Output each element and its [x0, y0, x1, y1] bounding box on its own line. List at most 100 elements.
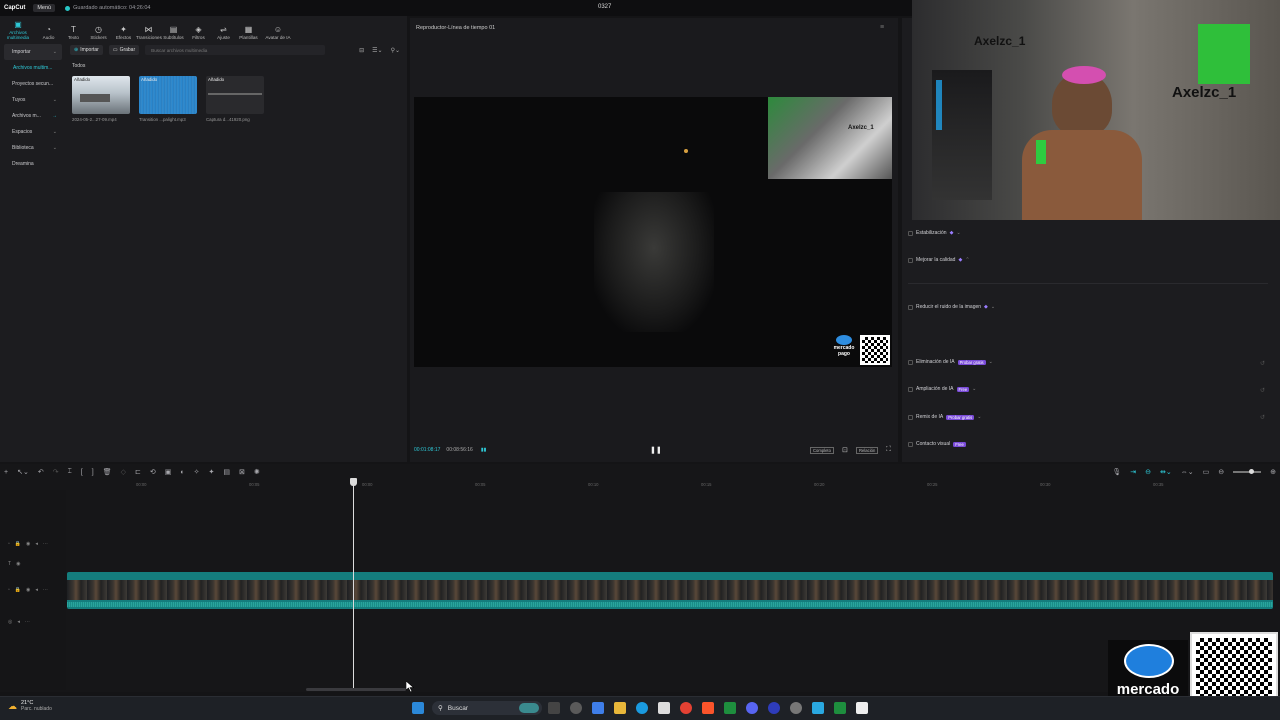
- nav-spaces[interactable]: Espacios ⌄: [4, 124, 62, 140]
- chrome-icon[interactable]: [680, 702, 692, 714]
- prop-eye-contact[interactable]: Contacto visual Free: [908, 441, 966, 447]
- checkbox[interactable]: [908, 414, 913, 420]
- waveform-icon[interactable]: ▮▮: [481, 447, 487, 453]
- nav-dreamina[interactable]: Dreamina: [4, 156, 62, 172]
- prop-enhance-quality[interactable]: Mejorar la calidad ◆ ⌃: [908, 257, 970, 263]
- file-explorer-icon[interactable]: [614, 702, 626, 714]
- tab-audio[interactable]: ◔ Audio: [36, 25, 61, 42]
- tab-text[interactable]: T Texto: [61, 25, 86, 42]
- preview-axis-icon[interactable]: ⇔⌄: [1181, 468, 1194, 476]
- lock-icon[interactable]: 🔒: [15, 587, 21, 593]
- timeline-scrollbar[interactable]: [306, 688, 406, 691]
- view-toggle-icon[interactable]: ⊟: [359, 47, 364, 54]
- caption-icon[interactable]: ▤: [223, 468, 230, 476]
- sort-icon[interactable]: ☰⌄: [372, 47, 382, 54]
- prop-ai-upscale[interactable]: Ampliación de IA Free ⌄: [908, 386, 976, 392]
- filter-all[interactable]: Todos: [72, 63, 85, 69]
- more-icon[interactable]: ⋯: [43, 587, 48, 593]
- tab-templates[interactable]: ▦ Plantillas: [236, 25, 261, 42]
- video-preview[interactable]: Axelzc_1 mercado pago: [414, 97, 892, 367]
- reset-icon[interactable]: ↺: [1260, 414, 1265, 421]
- checkbox[interactable]: [908, 257, 913, 263]
- fullscreen-icon[interactable]: ⛶: [886, 446, 891, 454]
- app-icon[interactable]: [812, 702, 824, 714]
- snap-icon[interactable]: ⇹⌄: [1160, 468, 1172, 476]
- cover-icon[interactable]: ▫: [8, 587, 10, 593]
- mirror-icon[interactable]: ⟲: [150, 468, 156, 476]
- fit-icon[interactable]: ⊡: [842, 446, 848, 454]
- store-icon[interactable]: [658, 702, 670, 714]
- more-icon[interactable]: ⋯: [25, 619, 30, 625]
- add-icon[interactable]: +: [4, 469, 8, 476]
- audio-icon[interactable]: ◂: [35, 587, 38, 593]
- audio-icon[interactable]: ◂: [17, 619, 20, 625]
- media-item[interactable]: Añadido 2024-05-2...27-09.mp4: [72, 76, 130, 122]
- compare-button[interactable]: Completo: [810, 446, 834, 454]
- filter-icon[interactable]: ⚲⌄: [391, 47, 400, 54]
- split-right-icon[interactable]: ]: [92, 469, 94, 476]
- tab-avatar[interactable]: ☺ Avatar de IA: [261, 25, 295, 42]
- nav-media-files[interactable]: Archivos multim...: [4, 60, 62, 76]
- pause-button[interactable]: ❚❚: [650, 446, 662, 454]
- audio-icon[interactable]: ◂: [35, 541, 38, 547]
- tab-filters[interactable]: ◈ Filtros: [186, 25, 211, 42]
- menu-button[interactable]: Menú: [33, 4, 56, 12]
- redo-icon[interactable]: ↷: [53, 468, 59, 476]
- import-button[interactable]: ⊕ Importar: [70, 45, 103, 55]
- media-item[interactable]: Añadido Transition ...palight.mp3: [139, 76, 197, 122]
- magnet-icon[interactable]: ⊖: [1145, 468, 1151, 476]
- tab-adjust[interactable]: ⇌ Ajuste: [211, 25, 236, 42]
- weather-widget[interactable]: ☁ 21°C Parc. nublado: [8, 700, 52, 712]
- media-search-input[interactable]: Buscar archivos multimedia: [145, 45, 326, 55]
- speed-icon[interactable]: ◐: [180, 469, 184, 476]
- link-icon[interactable]: ⇥: [1130, 468, 1136, 476]
- zoom-in-icon[interactable]: ⊕: [1270, 468, 1276, 476]
- app-icon[interactable]: [834, 702, 846, 714]
- lock-icon[interactable]: 🔒: [15, 541, 21, 547]
- more-icon[interactable]: ⋯: [43, 541, 48, 547]
- crop-icon[interactable]: ⊏: [135, 468, 141, 476]
- timeline-ruler[interactable]: 00:00 00:05 00:00 00:05 00:10 00:15 00:20 00:25…: [68, 480, 1280, 490]
- monitor-icon[interactable]: ▭: [1203, 468, 1210, 476]
- app-icon[interactable]: [592, 702, 604, 714]
- excel-icon[interactable]: [724, 702, 736, 714]
- tab-subtitles[interactable]: ▤ Subtítulos: [161, 25, 186, 42]
- denoise-options-row[interactable]: [908, 330, 1268, 340]
- brave-icon[interactable]: [702, 702, 714, 714]
- zoom-out-icon[interactable]: ⊖: [1218, 468, 1224, 476]
- playhead[interactable]: [353, 478, 354, 688]
- tab-stickers[interactable]: ◷ Stickers: [86, 25, 111, 42]
- freeze-icon[interactable]: ▣: [165, 468, 172, 476]
- resize-icon[interactable]: ⊠: [239, 468, 245, 476]
- record-button[interactable]: ▭ Grabar: [108, 45, 140, 55]
- checkbox[interactable]: [908, 386, 913, 392]
- nav-media-files-2[interactable]: Archivos m... →: [4, 108, 62, 124]
- marker-icon[interactable]: ◇: [121, 468, 126, 476]
- task-view-icon[interactable]: [548, 702, 560, 714]
- checkbox[interactable]: [908, 230, 913, 236]
- prop-ai-removal[interactable]: Eliminación de IA Probar gratis ⌄: [908, 359, 993, 365]
- checkbox[interactable]: [908, 441, 913, 447]
- split-icon[interactable]: ⌶: [68, 468, 72, 476]
- quality-slider-row[interactable]: [908, 276, 1268, 284]
- prop-stabilization[interactable]: Estabilización ◆ ⌄: [908, 230, 961, 236]
- ratio-button[interactable]: Relación: [856, 446, 879, 454]
- obs-icon[interactable]: [768, 702, 780, 714]
- eye-icon[interactable]: ◉: [16, 561, 20, 567]
- edge-icon[interactable]: [636, 702, 648, 714]
- tab-transitions[interactable]: ⋈ Transiciones: [136, 25, 162, 42]
- select-tool-icon[interactable]: ↖⌄: [17, 468, 29, 476]
- nav-yours[interactable]: Tuyos ⌄: [4, 92, 62, 108]
- eye-icon[interactable]: ◉: [26, 541, 30, 547]
- delete-icon[interactable]: 🗑: [103, 468, 112, 476]
- reset-icon[interactable]: ↺: [1260, 387, 1265, 394]
- lock-icon[interactable]: ▫: [8, 541, 10, 547]
- zoom-slider[interactable]: [1233, 469, 1262, 474]
- settings-icon[interactable]: [790, 702, 802, 714]
- copilot-icon[interactable]: [570, 702, 582, 714]
- video-clip[interactable]: [67, 572, 1273, 609]
- prop-denoise[interactable]: Reducir el ruido de la imagen ◆ ⌄: [908, 304, 995, 310]
- nav-import[interactable]: Importar ⌄: [4, 44, 62, 60]
- split-left-icon[interactable]: [: [81, 469, 83, 476]
- prop-ai-remix[interactable]: Remix de IA Probar gratis ⌄: [908, 414, 981, 420]
